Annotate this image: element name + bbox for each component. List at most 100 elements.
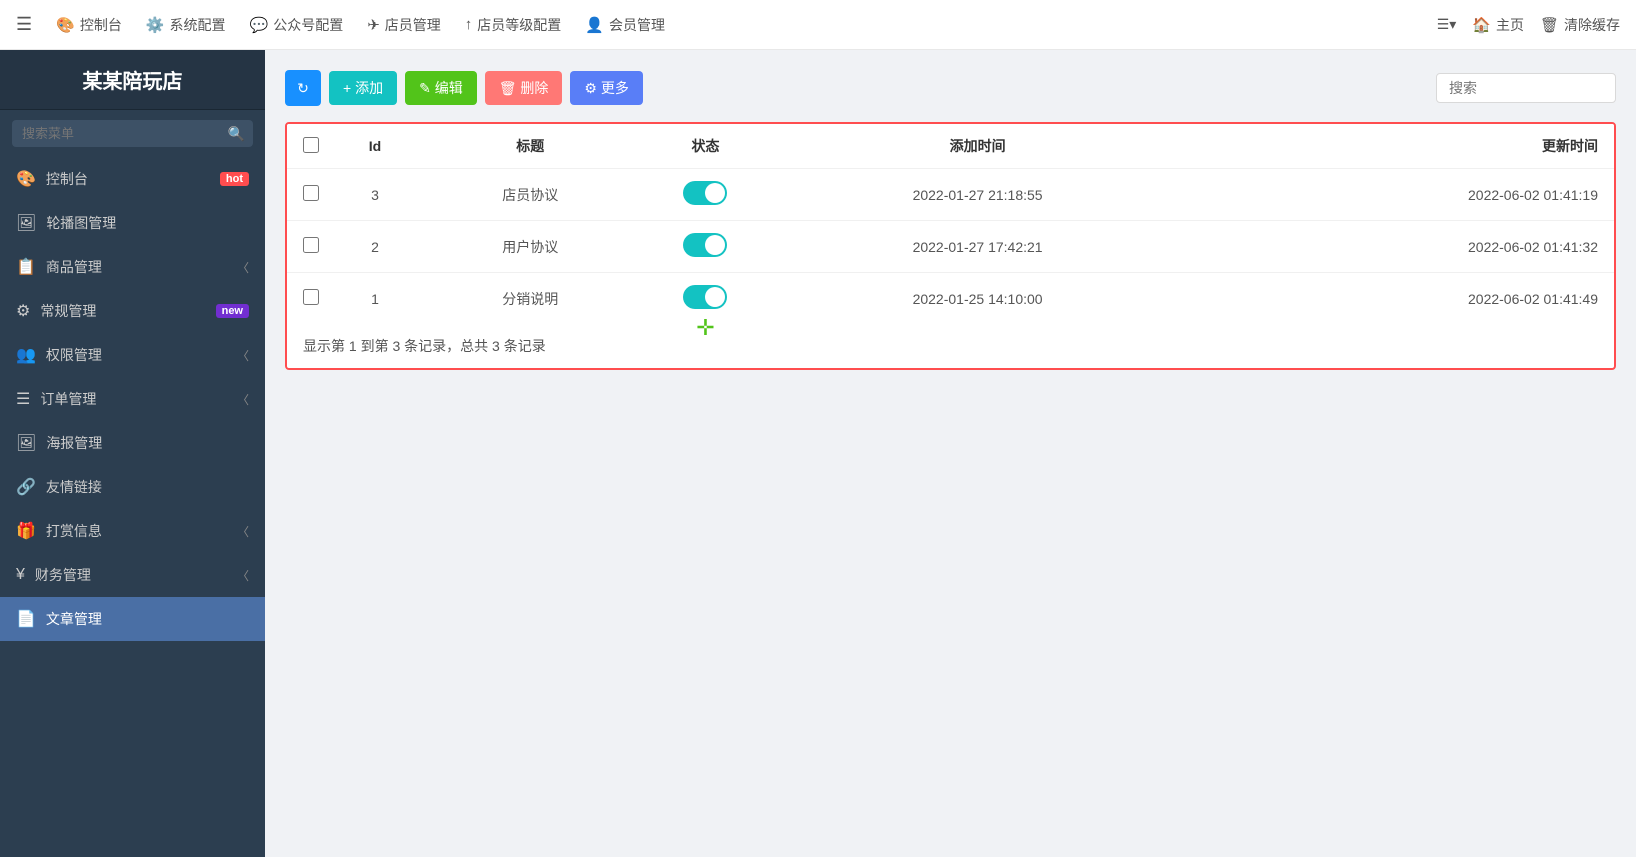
more-button-label: ⚙ 更多 bbox=[584, 78, 628, 98]
row-update-time: 2022-06-02 01:41:49 bbox=[1190, 273, 1614, 325]
nav-stafflevel[interactable]: ↑ 店员等级配置 bbox=[465, 15, 562, 35]
member-nav-icon: 👤 bbox=[585, 16, 604, 34]
more-button[interactable]: ⚙ 更多 bbox=[570, 71, 642, 105]
sidebar-item-article[interactable]: 📄 文章管理 bbox=[0, 597, 265, 641]
edit-button[interactable]: ✎ 编辑 bbox=[405, 71, 477, 105]
sidebar-item-links-label: 友情链接 bbox=[46, 477, 249, 497]
row-status[interactable]: ✛ bbox=[645, 273, 765, 325]
chevron-right-icon4: 〈 bbox=[237, 523, 249, 540]
table-body: 3 店员协议 2022-01-27 21:18:55 2022-06-02 01… bbox=[287, 169, 1614, 325]
main-content: ↻ + 添加 ✎ 编辑 🗑 删除 ⚙ 更多 bbox=[265, 50, 1636, 857]
row-checkbox[interactable] bbox=[303, 289, 319, 305]
refresh-icon: ↻ bbox=[297, 80, 309, 97]
sidebar-item-order-label: 订单管理 bbox=[40, 389, 237, 409]
table-row: 1 分销说明 ✛ 2022-01-25 14:10:00 2022-06-02 … bbox=[287, 273, 1614, 325]
chevron-right-icon: 〈 bbox=[237, 259, 249, 276]
row-checkbox-cell bbox=[287, 221, 335, 273]
poster-icon: 🖼 bbox=[16, 433, 36, 453]
row-id: 1 bbox=[335, 273, 415, 325]
sidebar-item-finance[interactable]: ¥ 财务管理 〈 bbox=[0, 553, 265, 597]
sidebar-item-dashboard[interactable]: 🎨 控制台 hot bbox=[0, 157, 265, 201]
table-container: Id 标题 状态 添加时间 更新时间 bbox=[285, 122, 1616, 370]
nav-hamburger[interactable]: ☰ bbox=[16, 14, 32, 35]
chevron-right-icon2: 〈 bbox=[237, 347, 249, 364]
carousel-icon: 🖼 bbox=[16, 213, 36, 233]
sidebar-item-links[interactable]: 🔗 友情链接 bbox=[0, 465, 265, 509]
reward-icon: 🎁 bbox=[16, 521, 36, 541]
nav-menu-toggle[interactable]: ☰▾ bbox=[1437, 16, 1457, 33]
add-button-label: + 添加 bbox=[343, 78, 383, 98]
nav-clear-cache-label: 清除缓存 bbox=[1564, 15, 1620, 35]
row-title: 分销说明 bbox=[415, 273, 645, 325]
row-status[interactable] bbox=[645, 169, 765, 221]
sidebar-item-finance-label: 财务管理 bbox=[35, 565, 237, 585]
nav-member[interactable]: 👤 会员管理 bbox=[585, 15, 665, 35]
sidebar-item-permission[interactable]: 👥 权限管理 〈 bbox=[0, 333, 265, 377]
sidebar-item-carousel[interactable]: 🖼 轮播图管理 bbox=[0, 201, 265, 245]
table-search-input[interactable] bbox=[1436, 73, 1616, 103]
sidebar-item-general[interactable]: ⚙ 常规管理 new bbox=[0, 289, 265, 333]
staff-nav-icon: ✈ bbox=[367, 16, 380, 34]
row-title: 店员协议 bbox=[415, 169, 645, 221]
trash-icon: 🗑 bbox=[1540, 16, 1559, 34]
row-checkbox[interactable] bbox=[303, 237, 319, 253]
search-input[interactable] bbox=[12, 120, 253, 147]
row-checkbox[interactable] bbox=[303, 185, 319, 201]
row-id: 2 bbox=[335, 221, 415, 273]
table-header-row: Id 标题 状态 添加时间 更新时间 bbox=[287, 124, 1614, 169]
sidebar-item-reward[interactable]: 🎁 打赏信息 〈 bbox=[0, 509, 265, 553]
toggle-switch[interactable] bbox=[683, 181, 727, 205]
sidebar-item-order[interactable]: ☰ 订单管理 〈 bbox=[0, 377, 265, 421]
drag-handle-icon[interactable]: ✛ bbox=[696, 315, 714, 341]
nav-member-label: 会员管理 bbox=[609, 15, 665, 35]
nav-clear-cache[interactable]: 🗑 清除缓存 bbox=[1540, 15, 1620, 35]
col-update-time: 更新时间 bbox=[1190, 124, 1614, 169]
row-checkbox-cell bbox=[287, 169, 335, 221]
toggle-switch[interactable] bbox=[683, 233, 727, 257]
top-nav: ☰ 🎨 控制台 ⚙️ 系统配置 💬 公众号配置 ✈ 店员管理 ↑ 店员等级配置 … bbox=[0, 0, 1636, 50]
nav-wechat[interactable]: 💬 公众号配置 bbox=[250, 15, 344, 35]
row-add-time: 2022-01-27 21:18:55 bbox=[765, 169, 1189, 221]
nav-dashboard-label: 控制台 bbox=[80, 15, 122, 35]
toggle-switch[interactable] bbox=[683, 285, 727, 309]
toolbar: ↻ + 添加 ✎ 编辑 🗑 删除 ⚙ 更多 bbox=[285, 70, 1616, 106]
pagination-info: 显示第 1 到第 3 条记录，总共 3 条记录 bbox=[287, 324, 1614, 368]
search-icon[interactable]: 🔍 bbox=[228, 125, 245, 142]
refresh-button[interactable]: ↻ bbox=[285, 70, 321, 106]
nav-sysconfig[interactable]: ⚙️ 系统配置 bbox=[146, 15, 226, 35]
article-icon: 📄 bbox=[16, 609, 36, 629]
row-checkbox-cell bbox=[287, 273, 335, 325]
sidebar-item-goods-label: 商品管理 bbox=[46, 257, 237, 277]
table-row: 3 店员协议 2022-01-27 21:18:55 2022-06-02 01… bbox=[287, 169, 1614, 221]
new-badge: new bbox=[216, 304, 249, 318]
table-header: Id 标题 状态 添加时间 更新时间 bbox=[287, 124, 1614, 169]
sidebar-item-goods[interactable]: 📋 商品管理 〈 bbox=[0, 245, 265, 289]
row-add-time: 2022-01-27 17:42:21 bbox=[765, 221, 1189, 273]
nav-home-label: 主页 bbox=[1496, 15, 1524, 35]
status-toggle[interactable] bbox=[683, 181, 727, 205]
nav-staff-label: 店员管理 bbox=[385, 15, 441, 35]
nav-dashboard[interactable]: 🎨 控制台 bbox=[56, 15, 122, 35]
sidebar-item-general-label: 常规管理 bbox=[40, 301, 215, 321]
row-update-time: 2022-06-02 01:41:32 bbox=[1190, 221, 1614, 273]
row-status[interactable] bbox=[645, 221, 765, 273]
hamburger-icon: ☰ bbox=[16, 14, 32, 35]
table-row: 2 用户协议 2022-01-27 17:42:21 2022-06-02 01… bbox=[287, 221, 1614, 273]
nav-home[interactable]: 🏠 主页 bbox=[1472, 15, 1524, 35]
select-all-checkbox[interactable] bbox=[303, 137, 319, 153]
add-button[interactable]: + 添加 bbox=[329, 71, 397, 105]
nav-sysconfig-label: 系统配置 bbox=[170, 15, 226, 35]
row-add-time: 2022-01-25 14:10:00 bbox=[765, 273, 1189, 325]
home-icon: 🏠 bbox=[1472, 16, 1491, 34]
row-title: 用户协议 bbox=[415, 221, 645, 273]
dashboard-icon: 🎨 bbox=[16, 169, 36, 189]
status-toggle[interactable] bbox=[683, 285, 727, 309]
col-add-time: 添加时间 bbox=[765, 124, 1189, 169]
row-id: 3 bbox=[335, 169, 415, 221]
sidebar-item-poster[interactable]: 🖼 海报管理 bbox=[0, 421, 265, 465]
sysconfig-nav-icon: ⚙️ bbox=[146, 16, 165, 34]
permission-icon: 👥 bbox=[16, 345, 36, 365]
delete-button[interactable]: 🗑 删除 bbox=[485, 71, 563, 105]
status-toggle[interactable] bbox=[683, 233, 727, 257]
nav-staff[interactable]: ✈ 店员管理 bbox=[367, 15, 441, 35]
